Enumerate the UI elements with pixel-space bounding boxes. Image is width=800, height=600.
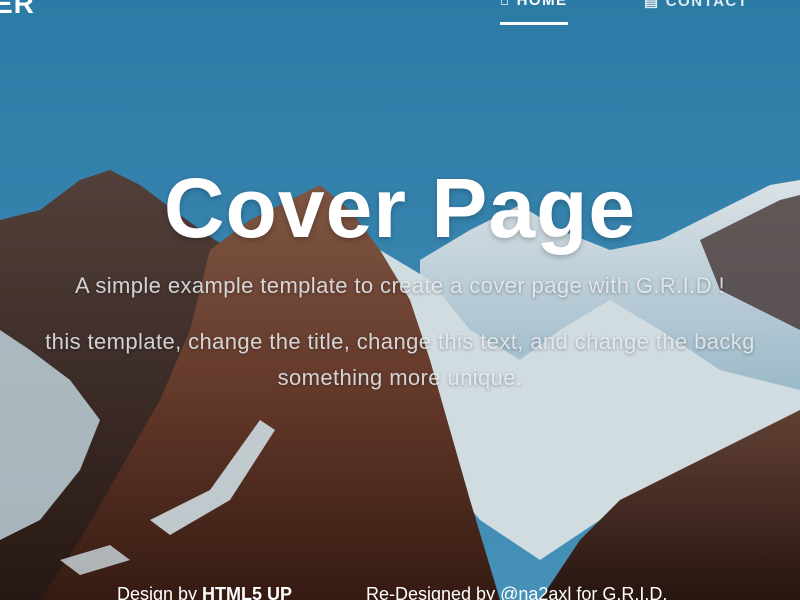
site-logo[interactable]: ER — [0, 0, 35, 20]
description-line-1: this template, change the title, change … — [45, 329, 755, 354]
page-title: Cover Page — [163, 161, 637, 255]
redesign-credit-suffix: for G.R.I.D. — [571, 584, 668, 600]
author-link[interactable]: @na2axl — [500, 584, 571, 600]
design-credit: Design by HTML5 UP — [117, 584, 292, 600]
page-description: this template, change the title, change … — [0, 324, 800, 396]
description-line-2: something more unique. — [277, 365, 523, 390]
home-icon: ⌂ — [500, 0, 511, 9]
html5up-link[interactable]: HTML5 UP — [202, 584, 292, 600]
redesign-credit-prefix: Re-Designed by — [366, 584, 501, 600]
nav-item-label: HOME — [516, 0, 568, 9]
nav-item-contact[interactable]: ▤ CONTACT — [644, 0, 748, 10]
cover-page: ER ⌂ HOME ▤ CONTACT Cover Page A simple ex… — [0, 0, 800, 600]
redesign-credit: Re-Designed by @na2axl for G.R.I.D. — [366, 584, 667, 600]
contact-icon: ▤ — [644, 0, 660, 10]
nav-item-label: CONTACT — [665, 0, 749, 10]
nav-item-home[interactable]: ⌂ HOME — [500, 0, 568, 25]
page-subtitle: A simple example template to create a co… — [74, 273, 726, 298]
design-credit-prefix: Design by — [117, 584, 203, 600]
footer: Design by HTML5 UP Re-Designed by @na2ax… — [0, 584, 800, 600]
